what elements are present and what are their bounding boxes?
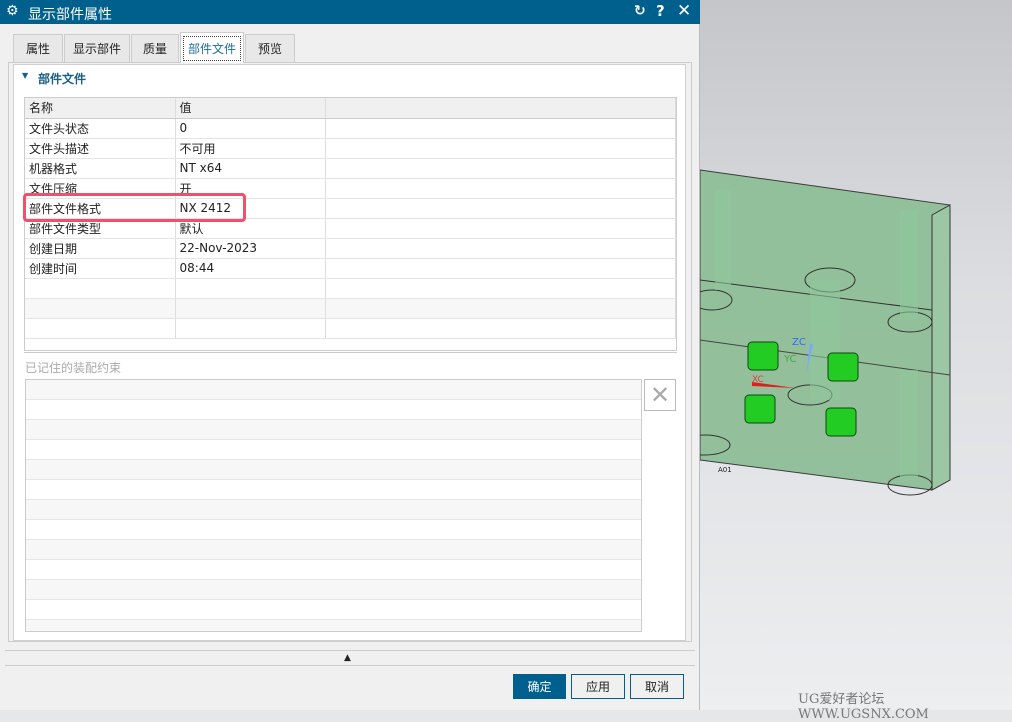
tab-label: 部件文件: [182, 35, 241, 61]
table-row[interactable]: 机器格式 NT x64: [25, 158, 676, 179]
section-title: 部件文件: [38, 72, 87, 86]
gear-icon: ⚙: [6, 3, 19, 19]
table-row[interactable]: 创建时间 08:44: [25, 258, 676, 279]
tab-part-file[interactable]: 部件文件: [180, 32, 244, 63]
empty-cell: [325, 298, 676, 319]
close-icon[interactable]: ✕: [677, 1, 691, 21]
list-row: [26, 440, 641, 460]
list-row: [26, 420, 641, 440]
property-value: [175, 298, 326, 319]
table-row[interactable]: [25, 278, 676, 299]
cancel-button[interactable]: 取消: [630, 674, 684, 699]
reset-icon[interactable]: ↻: [634, 3, 646, 19]
tab-label: 显示部件: [72, 42, 121, 56]
property-value: 不可用: [175, 138, 326, 159]
delete-constraint-button[interactable]: ✕: [644, 379, 676, 411]
divider: [5, 665, 695, 666]
property-name: 创建日期: [25, 238, 176, 259]
help-icon[interactable]: ?: [656, 2, 665, 20]
divider: [24, 352, 677, 353]
yc-axis-label: YC: [783, 354, 797, 365]
list-row: [26, 560, 641, 580]
property-value: NT x64: [175, 158, 326, 179]
tab-mass[interactable]: 质量: [131, 34, 179, 62]
empty-cell: [325, 218, 676, 239]
part-label: A01: [718, 466, 732, 474]
collapse-triangle-icon[interactable]: ▼: [22, 71, 28, 80]
table-row[interactable]: 文件头状态 0: [25, 118, 676, 139]
properties-table: 名称值 文件头状态 0 文件头描述 不可用 机器格式 NT x64 文件压缩开部件文件格式 N…: [24, 97, 677, 351]
highlight-box: [23, 193, 246, 222]
property-value: [175, 278, 326, 299]
table-header: 名称值: [25, 98, 676, 119]
divider: [5, 650, 695, 651]
empty-cell: [325, 178, 676, 199]
dialog-title: 显示部件属性: [28, 7, 112, 23]
property-name: [25, 278, 176, 299]
column-header-empty: [325, 98, 676, 119]
collapse-up-icon[interactable]: ▲: [344, 653, 351, 663]
table-row[interactable]: [25, 318, 676, 339]
tab-label: 属性: [25, 42, 50, 56]
empty-cell: [325, 258, 676, 279]
column-header-name[interactable]: 名称: [25, 98, 176, 119]
property-name: 文件头状态: [25, 118, 176, 139]
property-name: 创建时间: [25, 258, 176, 279]
empty-cell: [325, 198, 676, 219]
title-bar: ⚙ 显示部件属性 ↻ ? ✕: [0, 0, 700, 24]
property-value: 0: [175, 118, 326, 139]
list-row: [26, 580, 641, 600]
xc-axis-label: XC: [752, 375, 764, 385]
constraints-list[interactable]: [25, 379, 642, 632]
list-row: [26, 460, 641, 480]
list-row: [26, 620, 641, 631]
list-row: [26, 520, 641, 540]
property-value: 08:44: [175, 258, 326, 279]
property-name: 文件头描述: [25, 138, 176, 159]
tab-displayed-part[interactable]: 显示部件: [64, 34, 130, 62]
property-name: [25, 298, 176, 319]
tab-preview[interactable]: 预览: [245, 34, 295, 62]
table-row[interactable]: 文件头描述 不可用: [25, 138, 676, 159]
graphics-viewport[interactable]: ZC YC XC A01 UG爱好者论坛 WWW.UGSNX.COM: [679, 0, 1012, 722]
part-model: ZC YC XC A01: [679, 169, 951, 496]
property-value: [175, 318, 326, 339]
list-row: [26, 480, 641, 500]
zc-axis-label: ZC: [792, 337, 806, 348]
property-value: 22-Nov-2023: [175, 238, 326, 259]
tab-label: 质量: [142, 42, 167, 56]
tab-label: 预览: [257, 42, 282, 56]
list-row: [26, 500, 641, 520]
ok-button[interactable]: 确定: [513, 674, 566, 699]
constraints-label: 已记住的装配约束: [25, 361, 122, 375]
empty-cell: [325, 118, 676, 139]
table-row[interactable]: [25, 298, 676, 319]
property-name: 机器格式: [25, 158, 176, 179]
empty-cell: [325, 278, 676, 299]
apply-button[interactable]: 应用: [571, 674, 625, 699]
watermark: UG爱好者论坛 WWW.UGSNX.COM: [798, 692, 929, 722]
table-row[interactable]: 创建日期 22-Nov-2023: [25, 238, 676, 259]
empty-cell: [325, 318, 676, 339]
display-part-properties-dialog: ⚙ 显示部件属性 ↻ ? ✕ 属性 显示部件 质量 部件文件 预览 ▼ 部件文件…: [0, 0, 700, 710]
list-row: [26, 400, 641, 420]
empty-cell: [325, 158, 676, 179]
x-icon: ✕: [649, 381, 671, 409]
empty-cell: [325, 238, 676, 259]
property-name: [25, 318, 176, 339]
column-header-value[interactable]: 值: [175, 98, 326, 119]
tab-attributes[interactable]: 属性: [13, 34, 63, 62]
empty-cell: [325, 138, 676, 159]
list-row: [26, 540, 641, 560]
list-row: [26, 600, 641, 620]
list-row: [26, 380, 641, 400]
